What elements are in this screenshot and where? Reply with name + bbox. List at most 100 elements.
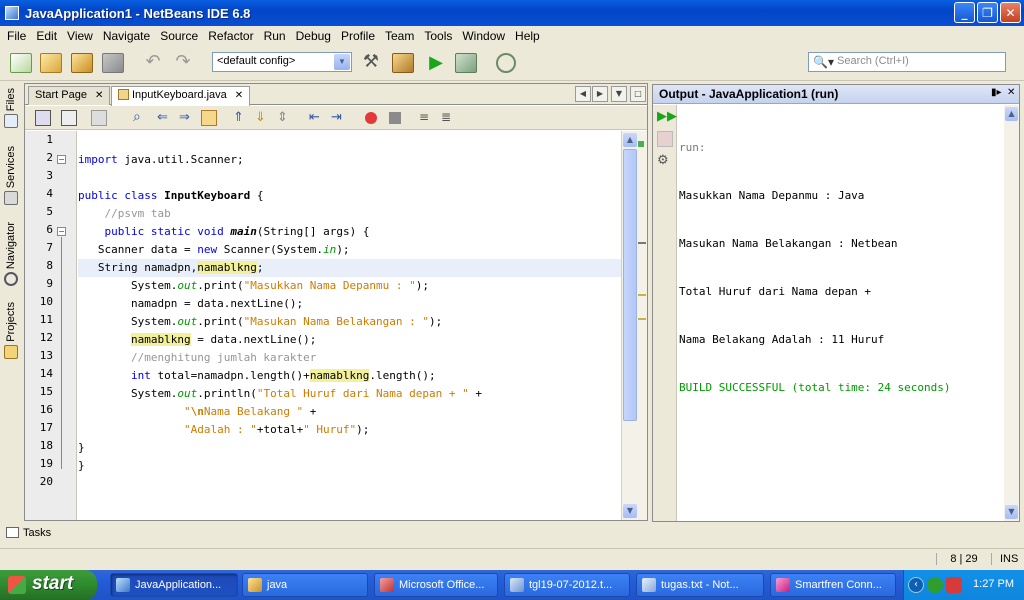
- occurrence-marker: [638, 318, 646, 320]
- code-area[interactable]: import java.util.Scanner; public class I…: [78, 131, 641, 520]
- taskbar-item-smartfren[interactable]: Smartfren Conn...: [770, 573, 896, 597]
- tasks-label: Tasks: [23, 527, 52, 539]
- find-next-icon[interactable]: ⇒: [179, 110, 195, 126]
- taskbar-item-label: tgl19-07-2012.t...: [529, 579, 613, 591]
- fold-collapse-icon[interactable]: −: [57, 227, 66, 236]
- config-select[interactable]: <default config> ▼: [212, 52, 352, 72]
- minimize-panel-icon[interactable]: ▮▸: [991, 87, 1002, 98]
- show-hidden-icons-icon[interactable]: ‹: [908, 577, 924, 593]
- menu-window[interactable]: Window: [457, 29, 510, 43]
- close-tab-icon[interactable]: ✕: [95, 90, 103, 101]
- undo-icon[interactable]: ↶: [142, 53, 164, 73]
- taskbar-item-office[interactable]: Microsoft Office...: [374, 573, 498, 597]
- utorrent-icon[interactable]: [927, 577, 943, 593]
- scroll-down-icon[interactable]: ▼: [623, 504, 637, 518]
- code-line: System.out.print("Masukan Nama Belakanga…: [78, 313, 641, 331]
- fold-collapse-icon[interactable]: −: [57, 155, 66, 164]
- shift-left-icon[interactable]: ⇤: [309, 110, 325, 126]
- side-tab-services[interactable]: Services: [2, 146, 20, 206]
- build-hammer-icon[interactable]: ⚒: [360, 53, 382, 73]
- line-number: 12: [39, 331, 53, 344]
- code-token: out: [177, 315, 198, 328]
- output-console-text[interactable]: run: Masukkan Nama Depanmu : Java Masuka…: [679, 108, 1004, 518]
- clean-build-icon[interactable]: [392, 53, 414, 73]
- menu-edit[interactable]: Edit: [31, 29, 62, 43]
- stop-macro-icon[interactable]: [389, 112, 401, 124]
- tab-input-keyboard[interactable]: InputKeyboard.java ✕: [111, 86, 251, 106]
- toggle-highlight-icon[interactable]: [201, 110, 217, 126]
- security-shield-icon[interactable]: [946, 577, 962, 593]
- shift-right-icon[interactable]: ⇥: [331, 110, 347, 126]
- toggle-bookmark-icon[interactable]: ⇕: [277, 110, 293, 126]
- menu-source[interactable]: Source: [155, 29, 203, 43]
- close-tab-icon[interactable]: ✕: [235, 90, 243, 101]
- scroll-up-icon[interactable]: ▲: [623, 133, 637, 147]
- rerun-icon[interactable]: ▶▶: [657, 109, 677, 125]
- code-token: (String[] args) {: [256, 225, 370, 238]
- scroll-up-icon[interactable]: ▲: [1005, 107, 1018, 121]
- code-token: );: [336, 243, 350, 256]
- taskbar-item-netbeans[interactable]: JavaApplication...: [110, 573, 238, 597]
- menu-help[interactable]: Help: [510, 29, 545, 43]
- restore-button[interactable]: ❐: [977, 2, 998, 23]
- minimize-button[interactable]: _: [954, 2, 975, 23]
- editor-vertical-scrollbar[interactable]: ▲ ▼: [621, 131, 637, 520]
- code-token: +: [303, 405, 317, 418]
- code-token: //menghitung jumlah karakter: [130, 351, 317, 364]
- line-number: 18: [39, 439, 53, 452]
- code-token: = data.nextLine();: [190, 333, 317, 346]
- menu-refactor[interactable]: Refactor: [203, 29, 258, 43]
- menu-team[interactable]: Team: [380, 29, 419, 43]
- taskbar-item-text-file[interactable]: tgl19-07-2012.t...: [504, 573, 630, 597]
- open-project-icon[interactable]: [71, 53, 93, 73]
- find-previous-icon[interactable]: ⇐: [157, 110, 173, 126]
- side-tab-files[interactable]: Files: [2, 88, 20, 129]
- output-line: Masukan Nama Belakangan : Netbean: [679, 237, 898, 250]
- maximize-panel-icon[interactable]: □: [630, 86, 646, 102]
- side-tab-navigator[interactable]: Navigator: [2, 222, 20, 287]
- tab-list-icon[interactable]: ▼: [611, 86, 627, 102]
- output-vertical-scrollbar[interactable]: ▲ ▼: [1004, 105, 1019, 521]
- back-icon[interactable]: [35, 110, 51, 126]
- scrollbar-thumb[interactable]: [623, 149, 637, 421]
- redo-icon[interactable]: ↷: [172, 53, 194, 73]
- scroll-tabs-right-icon[interactable]: ▶: [592, 86, 608, 102]
- run-icon[interactable]: ▶: [425, 53, 447, 73]
- previous-bookmark-icon[interactable]: ⇑: [233, 110, 249, 126]
- tab-start-page[interactable]: Start Page ✕: [28, 86, 111, 105]
- code-line: }: [78, 457, 641, 475]
- menu-profile[interactable]: Profile: [336, 29, 380, 43]
- side-tab-projects[interactable]: Projects: [2, 302, 20, 359]
- find-icon[interactable]: ⌕: [133, 110, 149, 126]
- stop-icon[interactable]: [657, 131, 673, 147]
- debug-icon[interactable]: [455, 53, 477, 73]
- profile-icon[interactable]: [496, 53, 516, 73]
- new-project-icon[interactable]: [40, 53, 62, 73]
- start-macro-icon[interactable]: [365, 112, 377, 124]
- taskbar-item-java-folder[interactable]: java: [242, 573, 368, 597]
- close-panel-icon[interactable]: ✕: [1007, 87, 1015, 98]
- line-number: 17: [39, 421, 53, 434]
- menu-navigate[interactable]: Navigate: [98, 29, 155, 43]
- scroll-tabs-left-icon[interactable]: ◀: [575, 86, 591, 102]
- uncomment-icon[interactable]: ≣: [441, 110, 457, 126]
- next-bookmark-icon[interactable]: ⇓: [255, 110, 271, 126]
- history-icon[interactable]: [61, 110, 77, 126]
- settings-gear-icon[interactable]: ⚙: [657, 153, 673, 169]
- search-input[interactable]: 🔍▾ Search (Ctrl+I): [808, 52, 1006, 72]
- menu-run[interactable]: Run: [259, 29, 291, 43]
- taskbar-item-notepad[interactable]: tugas.txt - Not...: [636, 573, 764, 597]
- code-line: "\nNama Belakang " +: [78, 403, 641, 421]
- comment-icon[interactable]: ≡: [419, 110, 435, 126]
- menu-tools[interactable]: Tools: [419, 29, 457, 43]
- scroll-down-icon[interactable]: ▼: [1005, 505, 1018, 519]
- menu-file[interactable]: File: [2, 29, 31, 43]
- close-button[interactable]: ✕: [1000, 2, 1021, 23]
- tasks-bar[interactable]: Tasks: [0, 524, 1024, 544]
- menu-view[interactable]: View: [62, 29, 98, 43]
- new-file-icon[interactable]: [10, 53, 32, 73]
- save-all-icon[interactable]: [102, 53, 124, 73]
- menu-debug[interactable]: Debug: [291, 29, 336, 43]
- start-button[interactable]: start: [0, 570, 97, 600]
- forward-icon[interactable]: [91, 110, 107, 126]
